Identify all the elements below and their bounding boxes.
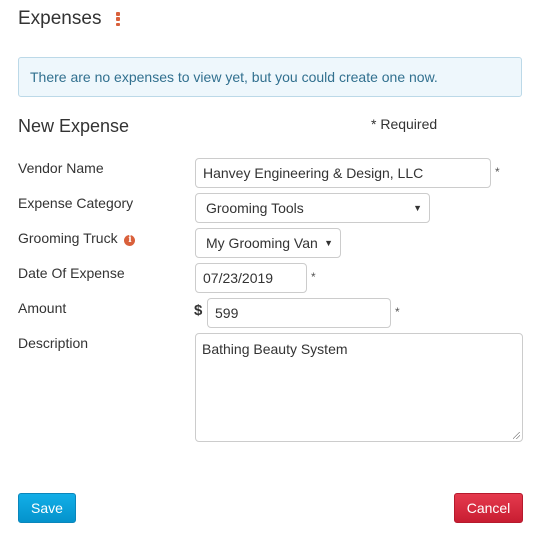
date-of-expense-label: Date Of Expense [18,265,125,281]
vendor-name-required-marker: * [495,165,500,179]
page-title: Expenses [18,8,102,29]
vendor-name-label: Vendor Name [18,160,104,176]
kebab-menu-icon[interactable] [116,12,120,26]
expense-category-value: Grooming Tools [206,200,304,216]
grooming-truck-value: My Grooming Van [206,235,318,251]
date-of-expense-input[interactable]: 07/23/2019 [195,263,307,293]
description-textarea[interactable]: Bathing Beauty System [195,333,523,442]
chevron-down-icon: ▼ [324,238,333,248]
required-note: * Required [371,116,438,132]
chevron-down-icon: ▼ [413,203,422,213]
expense-category-label: Expense Category [18,195,134,211]
info-icon[interactable]: i [124,235,136,246]
amount-value: 599 [215,305,239,321]
amount-input[interactable]: 599 [207,298,391,328]
amount-required-marker: * [395,305,400,319]
grooming-truck-select[interactable]: My Grooming Van ▼ [195,228,341,258]
expense-category-select[interactable]: Grooming Tools ▼ [195,193,430,223]
date-of-expense-value: 07/23/2019 [203,270,274,286]
empty-state-alert: There are no expenses to view yet, but y… [18,57,522,97]
save-button[interactable]: Save [18,493,76,523]
grooming-truck-label-text: Grooming Truck [18,230,118,246]
date-required-marker: * [311,270,316,284]
resize-handle-icon[interactable] [513,432,520,439]
vendor-name-value: Hanvey Engineering & Design, LLC [203,165,424,181]
description-value: Bathing Beauty System [202,341,348,357]
form-title: New Expense [18,116,130,136]
vendor-name-input[interactable]: Hanvey Engineering & Design, LLC [195,158,491,188]
amount-label: Amount [18,300,67,316]
cancel-button[interactable]: Cancel [454,493,523,523]
currency-symbol: $ [194,302,203,319]
description-label: Description [18,335,89,351]
grooming-truck-label: Grooming Truck i [18,230,136,246]
